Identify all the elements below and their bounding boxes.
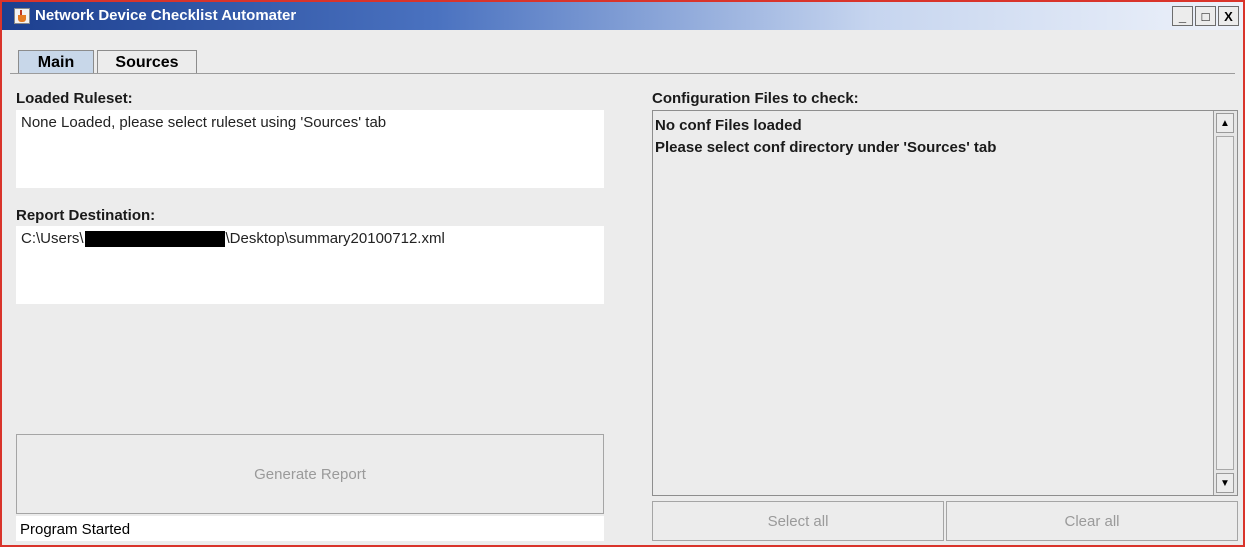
configuration-files-label: Configuration Files to check: [652,90,859,107]
title-bar[interactable]: Network Device Checklist Automater _ □ X [2,2,1243,30]
scroll-thumb[interactable] [1216,136,1234,470]
list-item: No conf Files loaded [655,117,802,134]
report-destination-field[interactable]: C:\Users\ \Desktop\summary20100712.xml [16,226,604,304]
app-window: Network Device Checklist Automater _ □ X… [0,0,1245,547]
window-title: Network Device Checklist Automater [35,7,297,24]
minimize-button[interactable]: _ [1172,6,1193,26]
loaded-ruleset-label: Loaded Ruleset: [16,90,133,107]
redaction-bar [84,231,225,248]
clear-all-button[interactable]: Clear all [946,501,1238,541]
scroll-up-arrow-icon[interactable]: ▲ [1216,113,1234,133]
conf-files-list[interactable]: No conf Files loaded Please select conf … [652,110,1238,496]
tab-strip: Main Sources [2,30,1243,74]
select-all-button[interactable]: Select all [652,501,944,541]
status-bar: Program Started [16,516,604,541]
close-button[interactable]: X [1218,6,1239,26]
maximize-button[interactable]: □ [1195,6,1216,26]
scroll-down-arrow-icon[interactable]: ▼ [1216,473,1234,493]
ruleset-value: None Loaded, please select ruleset using… [21,114,387,131]
tab-sources[interactable]: Sources [97,50,197,74]
generate-report-button[interactable]: Generate Report [16,434,604,514]
tab-main[interactable]: Main [18,50,94,74]
java-icon [14,8,30,24]
tab-divider [10,73,1235,74]
list-item: Please select conf directory under 'Sour… [655,139,997,156]
vertical-scrollbar[interactable]: ▲ ▼ [1213,111,1237,495]
ruleset-textarea[interactable]: None Loaded, please select ruleset using… [16,110,604,188]
report-destination-label: Report Destination: [16,207,156,224]
report-path-suffix: \Desktop\summary20100712.xml [225,230,445,247]
report-path-prefix: C:\Users\ [21,230,84,247]
